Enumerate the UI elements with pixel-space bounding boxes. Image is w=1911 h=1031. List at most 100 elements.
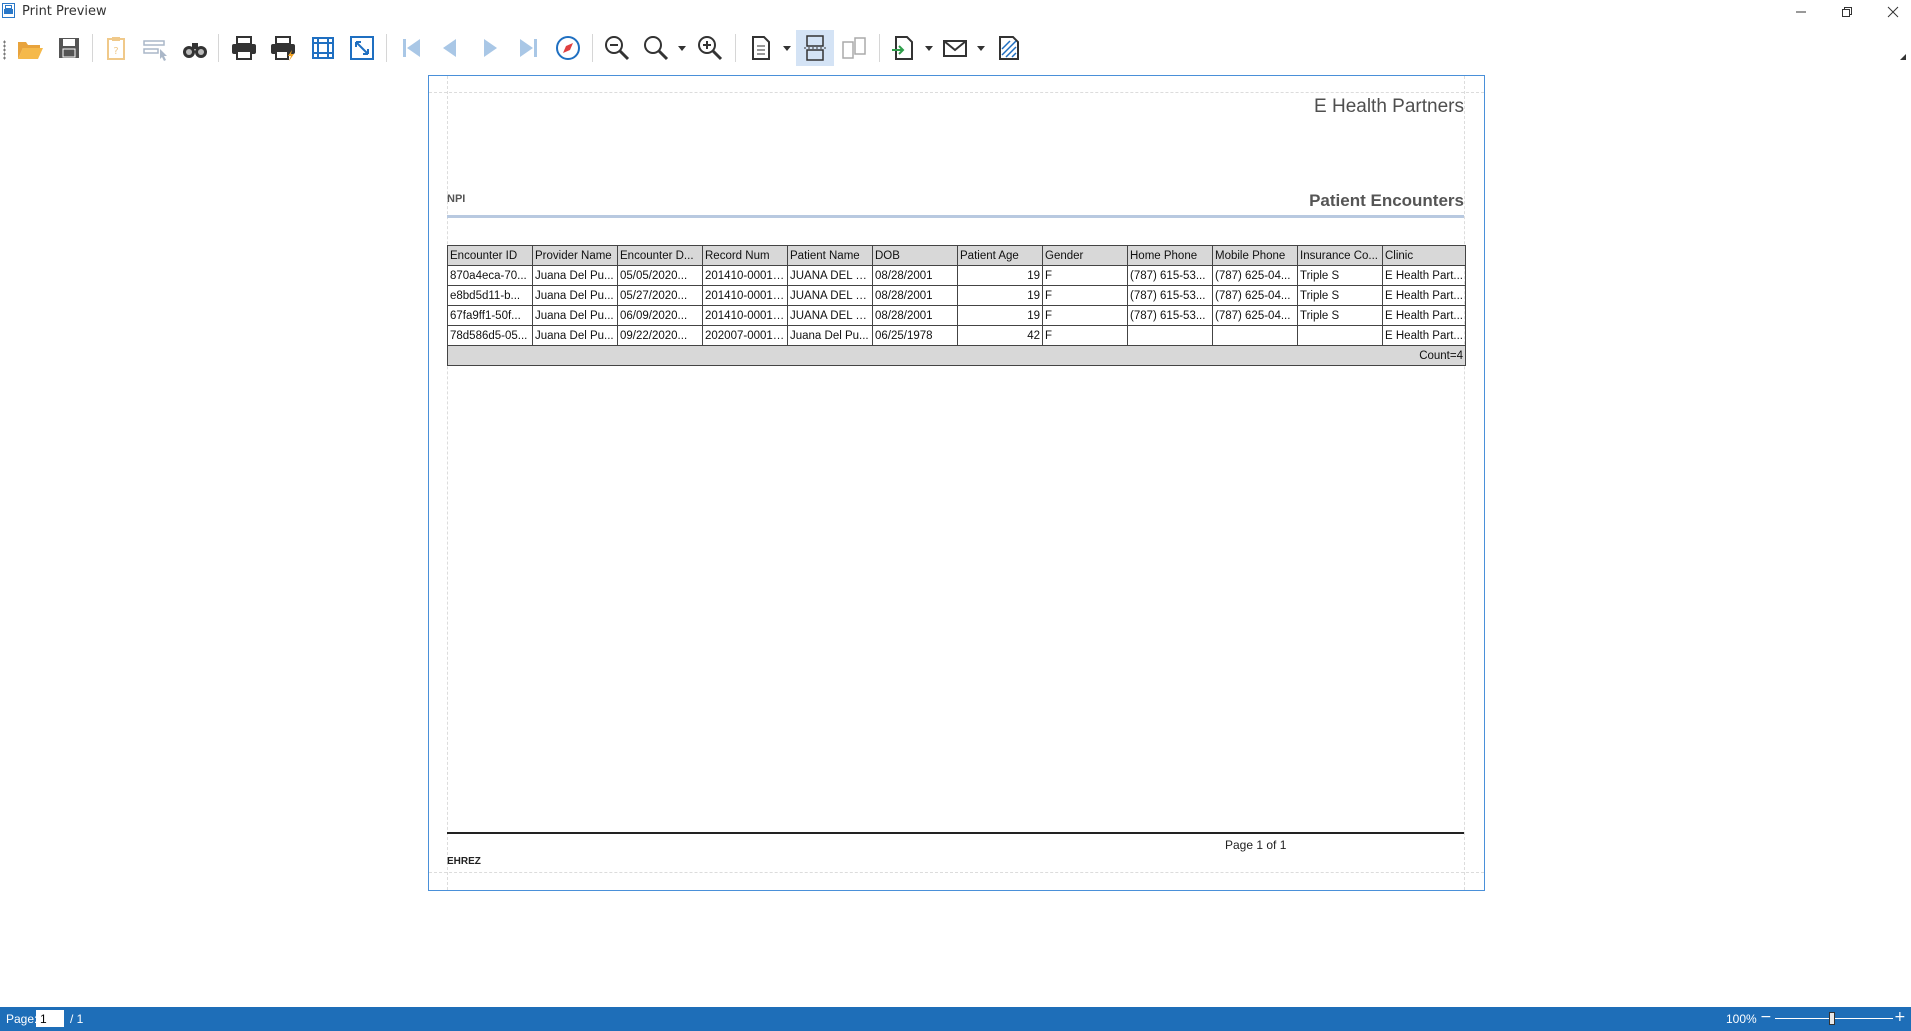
next-page-button[interactable] [471,30,509,66]
find-icon [183,43,207,58]
zoom-icon [644,36,669,61]
margin-guide-right [1464,76,1465,890]
table-cell: 67fa9ff1-50f... [447,305,533,326]
parameters-icon: ? [107,37,125,60]
page-setup-icon [312,37,334,59]
table-row: 78d586d5-05... Juana Del Pu... 09/22/202… [447,325,1466,346]
side-by-side-button[interactable] [835,30,873,66]
editing-fields-icon [143,40,167,61]
navigation-button[interactable] [549,30,587,66]
export-dropdown-button[interactable] [922,30,936,66]
scale-button[interactable] [343,30,381,66]
navigation-icon [556,36,580,60]
send-email-icon [943,40,967,57]
zoom-slider-thumb[interactable] [1829,1012,1835,1025]
table-cell: E Health Part... [1382,305,1466,326]
parameters-button[interactable]: ? [97,30,135,66]
table-cell: 08/28/2001 [872,285,958,306]
page-total: / 1 [70,1012,84,1026]
last-page-button[interactable] [510,30,548,66]
header-divider [447,215,1464,218]
chevron-down-icon [977,46,985,51]
table-cell: JUANA DEL P... [787,265,873,286]
table-cell: 42 [957,325,1043,346]
editing-fields-button[interactable] [136,30,174,66]
table-cell: (787) 615-53... [1127,285,1213,306]
column-header: Encounter D... [617,245,703,266]
table-cell: 08/28/2001 [872,305,958,326]
export-button[interactable] [884,30,922,66]
table-cell: (787) 615-53... [1127,305,1213,326]
open-icon [18,42,43,59]
watermark-button[interactable] [990,30,1028,66]
print-button[interactable] [225,30,263,66]
multiple-pages-dropdown-button[interactable] [780,30,794,66]
save-button[interactable] [50,30,88,66]
multiple-pages-button[interactable] [742,30,780,66]
send-email-button[interactable] [936,30,974,66]
column-header: Insurance Co... [1297,245,1383,266]
zoom-dropdown-button[interactable] [675,30,689,66]
send-email-dropdown-button[interactable] [974,30,988,66]
page-setup-button[interactable] [304,30,342,66]
table-cell: Juana Del Pu... [787,325,873,346]
save-icon [59,38,79,58]
status-bar: Page: / 1 100% − + [0,1007,1911,1031]
continuous-scrolling-icon [804,35,826,61]
table-cell: E Health Part... [1382,265,1466,286]
quick-print-button[interactable] [264,30,302,66]
chevron-down-icon [678,46,686,51]
previous-page-button[interactable] [431,30,469,66]
table-cell: 201410-0001 ... [702,285,788,306]
continuous-scrolling-button[interactable] [796,30,834,66]
margin-guide-top [429,92,1484,93]
footer-divider [447,832,1464,834]
zoom-plus-icon[interactable]: + [1894,1009,1906,1025]
minimize-button[interactable] [1778,0,1824,24]
find-button[interactable] [176,30,214,66]
table-total-row: Count=4 [447,345,1466,366]
zoom-level: 100% [1726,1012,1757,1026]
toolbar-separator [386,34,387,62]
toolbar-grip[interactable] [3,40,6,60]
column-header: Mobile Phone [1212,245,1298,266]
toolbar: ? [0,28,1911,70]
table-row: 67fa9ff1-50f... Juana Del Pu... 06/09/20… [447,305,1466,326]
column-header: Patient Age [957,245,1043,266]
table-cell [1127,325,1213,346]
table-cell: e8bd5d11-b... [447,285,533,306]
company-name: E Health Partners [1314,96,1464,117]
table-cell: Juana Del Pu... [532,325,618,346]
first-page-button[interactable] [392,30,430,66]
zoom-button[interactable] [637,30,675,66]
table-cell: Juana Del Pu... [532,305,618,326]
chevron-down-icon [783,46,791,51]
toolbar-overflow-icon[interactable] [1900,54,1906,60]
encounters-table: Encounter ID Provider Name Encounter D..… [447,245,1466,366]
page-number-text: Page 1 of 1 [1225,838,1287,852]
table-cell: 78d586d5-05... [447,325,533,346]
title-bar: Print Preview [0,0,1911,24]
column-header: Provider Name [532,245,618,266]
page-number-input[interactable] [36,1010,64,1027]
table-cell: 05/05/2020... [617,265,703,286]
chevron-down-icon [925,46,933,51]
column-header: Home Phone [1127,245,1213,266]
zoom-minus-icon[interactable]: − [1760,1009,1772,1025]
table-cell: (787) 625-04... [1212,265,1298,286]
table-cell: 19 [957,265,1043,286]
table-cell: 19 [957,285,1043,306]
watermark-icon [999,36,1019,60]
table-header-row: Encounter ID Provider Name Encounter D..… [447,245,1466,266]
side-by-side-icon [842,37,866,59]
restore-button[interactable] [1824,0,1870,24]
open-button[interactable] [11,30,49,66]
table-row: 870a4eca-70... Juana Del Pu... 05/05/202… [447,265,1466,286]
column-header: Gender [1042,245,1128,266]
column-header: Record Num [702,245,788,266]
close-button[interactable] [1870,0,1911,24]
table-cell: (787) 615-53... [1127,265,1213,286]
zoom-in-button[interactable] [691,30,729,66]
column-header: DOB [872,245,958,266]
zoom-out-button[interactable] [598,30,636,66]
